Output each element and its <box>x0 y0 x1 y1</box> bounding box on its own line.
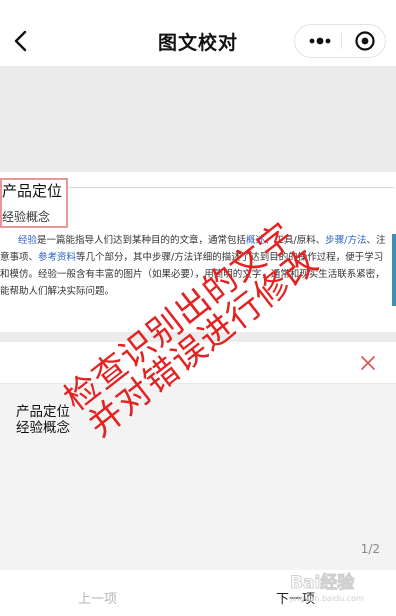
watermark-text: Bai经验 <box>290 572 355 593</box>
mini-program-capsule <box>294 24 386 58</box>
close-x-icon[interactable] <box>358 353 378 373</box>
recognized-region-highlight[interactable] <box>0 178 68 228</box>
previous-item-button[interactable]: 上一项 <box>78 588 117 607</box>
navigation-bar: 图文校对 <box>0 0 396 66</box>
mid-gray-separator <box>0 332 396 342</box>
correction-input[interactable] <box>0 342 396 384</box>
link-experience: 经验 <box>18 235 38 246</box>
heading-rule <box>68 187 394 188</box>
watermark-subtext: jingyan.baidu.com <box>289 594 364 603</box>
baidu-jingyan-watermark: Bai经验 jingyan.baidu.com <box>289 572 364 604</box>
recognized-line-2: 经验概念 <box>16 420 70 436</box>
target-circle-icon[interactable] <box>349 25 381 57</box>
more-dots-icon[interactable] <box>303 25 337 57</box>
top-gray-area <box>0 66 396 172</box>
image-edge-strip <box>392 234 396 306</box>
link-overview: 概述 <box>246 235 266 246</box>
recognized-text-panel[interactable]: 产品定位 经验概念 1/2 <box>0 384 396 570</box>
page-indicator: 1/2 <box>360 542 380 556</box>
preview-paragraph: 经验是一篇能指导人们达到某种目的的文章，通常包括概述、工具/原料、步骤/方法、注… <box>0 235 386 297</box>
document-preview: 产品定位 经验概念 经验是一篇能指导人们达到某种目的的文章，通常包括概述、工具/… <box>0 172 396 340</box>
capsule-divider <box>341 33 342 49</box>
link-steps: 步骤/方法 <box>325 235 367 246</box>
link-references: 参考资料 <box>38 252 77 263</box>
